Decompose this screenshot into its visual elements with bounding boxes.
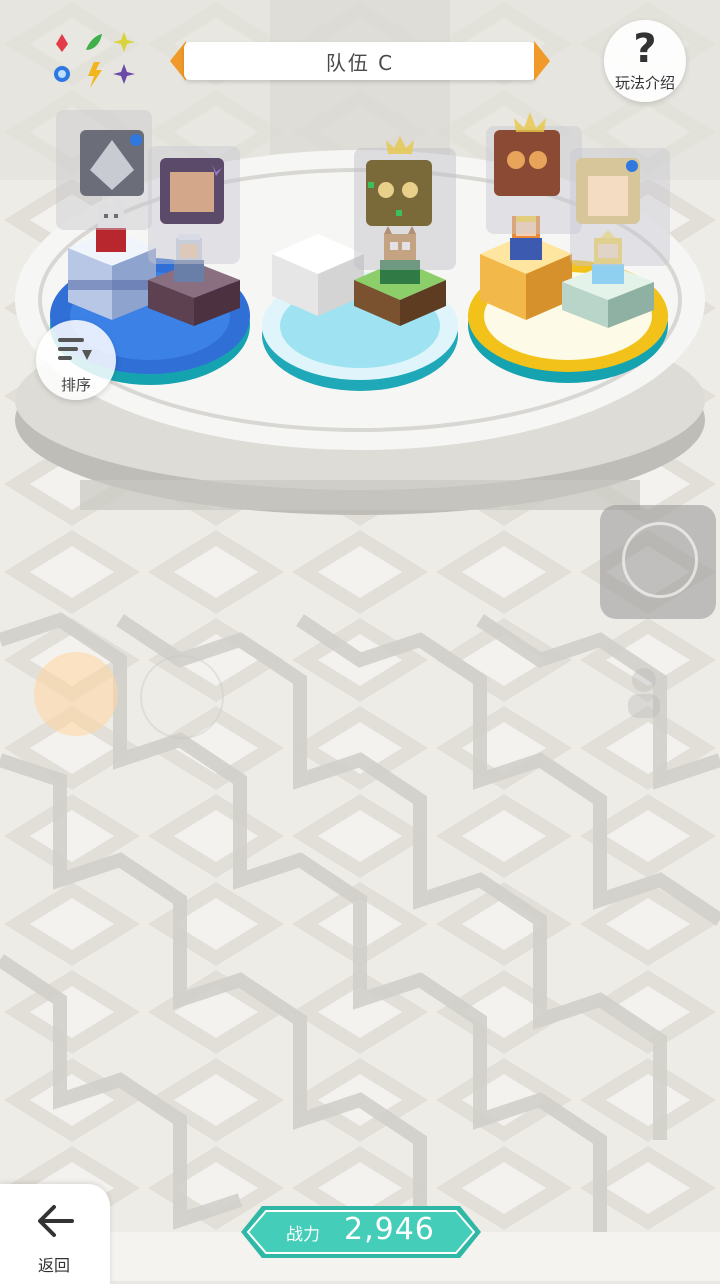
element-filter-icons[interactable] [50,30,140,90]
chevron-right-icon[interactable] [534,41,550,81]
combat-power-badge: 战力 2,946 [240,1205,482,1259]
faint-orb-button[interactable] [34,652,118,736]
portrait-elder[interactable] [148,146,240,264]
question-icon: ? [633,26,657,72]
power-value: 2,946 [344,1212,435,1247]
portrait-goggles[interactable] [486,112,582,234]
portrait-princess[interactable] [570,148,670,266]
water-icon [54,66,70,82]
help-label: 玩法介绍 [614,74,675,92]
user-icon[interactable] [604,652,684,732]
power-label: 战力 [286,1225,320,1245]
joystick-ring [622,522,698,598]
help-button[interactable]: ? 玩法介绍 [604,20,686,102]
team-selector: 队伍 C [170,40,550,82]
back-label: 返回 [38,1256,71,1275]
sort-icon [58,338,92,360]
light-icon [113,32,135,52]
leaf-icon [86,34,102,50]
team-title: 队伍 C [325,50,395,75]
sort-label: 排序 [60,376,91,394]
team-title-pill[interactable]: 队伍 C [184,42,536,80]
faint-skill-button[interactable] [140,655,224,739]
dark-icon [113,64,135,84]
fire-icon [56,34,68,52]
arrow-left-icon [38,1205,74,1237]
sort-button[interactable]: 排序 [36,320,116,400]
portrait-owl[interactable] [354,136,456,270]
back-button[interactable]: 返回 [0,1184,110,1284]
thunder-icon [88,62,102,88]
portrait-wolf[interactable] [56,110,152,230]
